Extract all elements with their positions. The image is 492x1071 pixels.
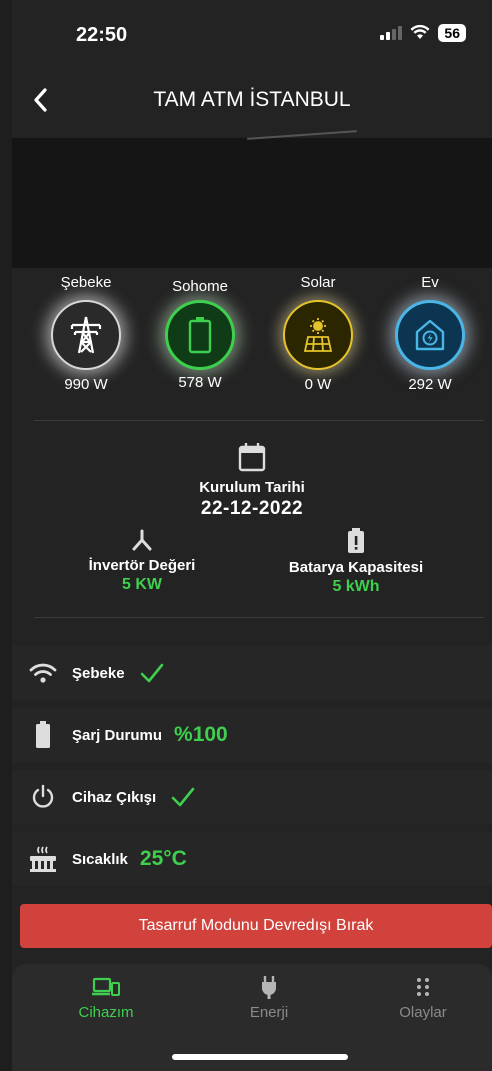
battery-icon	[26, 718, 60, 752]
temperature-value: 25°C	[139, 847, 187, 870]
banner-decoration	[247, 130, 357, 140]
bottom-nav: Cihazım Enerji Olaylar	[12, 964, 492, 1071]
inverter-icon	[132, 529, 152, 551]
status-row-label: Sıcaklık	[72, 850, 128, 868]
wifi-status-icon	[410, 25, 430, 39]
status-bar: 22:50 56	[12, 0, 492, 70]
tab-enerji[interactable]: Enerji	[209, 974, 329, 1021]
device-banner	[12, 130, 492, 268]
tab-olaylar[interactable]: Olaylar	[363, 974, 483, 1021]
charge-level-value: %100	[174, 723, 228, 746]
status-row-label: Şarj Durumu	[72, 726, 163, 744]
inverter-stat: İnvertör Değeri 5 KW	[42, 528, 242, 594]
install-date-value: 22-12-2022	[200, 498, 304, 519]
plug-icon	[209, 974, 329, 1000]
divider	[34, 617, 484, 618]
battery-capacity-value: 5 kWh	[332, 578, 380, 595]
check-icon	[140, 663, 163, 683]
battery-capacity-label: Batarya Kapasitesi	[288, 559, 424, 576]
tab-label: Cihazım	[78, 1004, 134, 1021]
device-home[interactable]: Ev 292 W	[380, 274, 480, 393]
wifi-icon	[26, 656, 60, 690]
cellular-signal-icon	[380, 26, 403, 40]
install-date-label: Kurulum Tarihi	[199, 479, 305, 496]
battery-alert-icon	[348, 528, 364, 553]
status-row-output: Cihaz Çıkışı	[12, 770, 492, 824]
app-screen: 22:50 56 TAM ATM İSTANBUL Şebeke 990 W S…	[12, 0, 492, 1071]
status-row-charge: Şarj Durumu %100	[12, 708, 492, 762]
install-date-block: Kurulum Tarihi 22-12-2022	[12, 442, 492, 520]
device-sohome[interactable]: Sohome 578 W	[150, 278, 250, 391]
transmission-tower-icon	[51, 300, 121, 370]
device-value: 292 W	[408, 376, 452, 393]
tab-cihazim[interactable]: Cihazım	[46, 974, 166, 1021]
home-indicator[interactable]	[172, 1054, 348, 1060]
header: TAM ATM İSTANBUL	[12, 76, 492, 126]
devices-icon	[46, 974, 166, 1000]
device-solar[interactable]: Solar 0 W	[268, 274, 368, 393]
battery-icon	[165, 300, 235, 370]
device-label: Sohome	[172, 278, 228, 295]
device-value: 578 W	[178, 374, 222, 391]
inverter-label: İnvertör Değeri	[88, 557, 196, 574]
energy-flow-row: Şebeke 990 W Sohome 578 W Solar 0 W Ev 2…	[12, 274, 492, 404]
check-icon	[171, 787, 195, 807]
disable-saving-mode-button[interactable]: Tasarruf Modunu Devredışı Bırak	[20, 904, 492, 948]
tab-label: Enerji	[249, 1004, 289, 1021]
status-row-temperature: Sıcaklık 25°C	[12, 832, 492, 886]
device-value: 990 W	[64, 376, 108, 393]
status-row-grid: Şebeke	[12, 646, 492, 700]
status-time: 22:50	[76, 24, 128, 46]
device-grid[interactable]: Şebeke 990 W	[36, 274, 136, 393]
calendar-icon	[238, 443, 266, 472]
status-indicators: 56	[380, 24, 466, 42]
battery-capacity-stat: Batarya Kapasitesi 5 kWh	[256, 528, 456, 596]
device-label: Ev	[421, 274, 439, 291]
status-row-label: Şebeke	[72, 664, 125, 682]
home-energy-icon	[395, 300, 465, 370]
device-value: 0 W	[304, 376, 332, 393]
solar-panel-icon	[283, 300, 353, 370]
tab-label: Olaylar	[399, 1004, 447, 1021]
divider	[34, 420, 484, 421]
device-label: Solar	[300, 274, 336, 291]
battery-level-badge: 56	[438, 24, 466, 42]
power-icon	[26, 780, 60, 814]
dots-grid-icon	[363, 974, 483, 1000]
page-title: TAM ATM İSTANBUL	[153, 88, 351, 111]
heater-icon	[26, 842, 60, 876]
device-label: Şebeke	[60, 274, 112, 291]
inverter-value: 5 KW	[122, 576, 162, 593]
status-row-label: Cihaz Çıkışı	[72, 788, 157, 806]
